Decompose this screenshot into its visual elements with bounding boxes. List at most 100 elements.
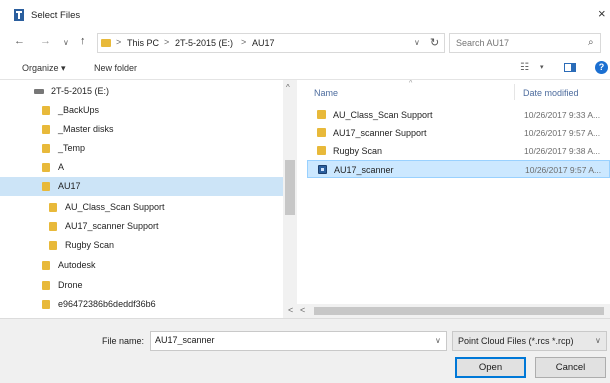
refresh-icon[interactable]: ↻ [430,36,439,49]
address-toolbar: ← → ∨ ↑ > This PC > 2T-5-2015 (E:) > AU1… [0,30,610,56]
file-row[interactable]: Rugby Scan 10/26/2017 9:38 A... [307,142,610,160]
scroll-up-icon[interactable]: ^ [286,83,290,92]
title-bar: Select Files × [0,0,610,30]
close-icon[interactable]: × [598,6,606,21]
folder-icon [42,106,50,115]
file-name: Rugby Scan [333,146,383,156]
scroll-left-icon[interactable]: < [300,305,305,315]
dialog-footer: File name: ∨ Point Cloud Files (*.rcs *.… [0,318,610,383]
tree-item-backups[interactable]: _BackUps [0,101,283,120]
organize-button[interactable]: Organize ▾ [22,63,66,74]
open-button[interactable]: Open [455,357,526,378]
tree-item-label: AU17_scanner Support [65,221,159,231]
folder-icon [317,110,326,119]
tree-item-drive[interactable]: 2T-5-2015 (E:) [0,82,283,101]
tree-item-temp[interactable]: _Temp [0,139,283,158]
column-name-header[interactable]: Name [314,88,338,98]
folder-icon [42,300,50,309]
file-name-label: File name: [102,336,145,346]
search-input[interactable] [456,38,576,48]
tree-item-label: AU_Class_Scan Support [65,202,165,212]
folder-icon [49,241,57,250]
forward-arrow-icon[interactable]: → [40,35,51,47]
folder-icon [42,281,50,290]
file-name: AU_Class_Scan Support [333,110,433,120]
file-type-select[interactable]: Point Cloud Files (*.rcs *.rcp) ∨ [452,331,607,351]
file-name-combobox[interactable]: ∨ [150,331,447,351]
tree-item-au17[interactable]: AU17 [0,177,283,196]
file-row[interactable]: AU17_scanner Support 10/26/2017 9:57 A..… [307,124,610,142]
tree-item-label: Rugby Scan [65,240,115,250]
folder-icon [317,146,326,155]
file-row-selected[interactable]: AU17_scanner 10/26/2017 9:57 A... [307,160,610,178]
folder-icon [42,163,50,172]
chevron-down-icon[interactable]: ∨ [595,336,601,345]
tree-item-master-disks[interactable]: _Master disks [0,120,283,139]
folder-icon [49,222,57,231]
tree-item-label: 2T-5-2015 (E:) [51,86,110,96]
column-date-header[interactable]: Date modified [523,88,579,98]
address-dropdown-icon[interactable]: ∨ [414,38,420,47]
column-divider[interactable] [514,84,515,100]
recent-locations-chevron-icon[interactable]: ∨ [63,38,69,47]
tree-item-label: AU17 [58,181,81,191]
view-dropdown-icon[interactable]: ▾ [540,63,544,71]
help-icon[interactable]: ? [595,61,608,74]
tree-item-autodesk[interactable]: Autodesk [0,256,283,275]
chevron-down-icon[interactable]: ∨ [435,336,441,345]
tree-item-au17-scanner-support[interactable]: AU17_scanner Support [0,217,283,236]
file-date: 10/26/2017 9:57 A... [524,128,601,138]
tree-item-a[interactable]: A [0,158,283,177]
address-bar[interactable]: > This PC > 2T-5-2015 (E:) > AU17 ∨ ↻ [97,33,445,53]
tree-item-au-class-scan-support[interactable]: AU_Class_Scan Support [0,198,283,217]
command-bar: Organize ▾ New folder ☷ ▾ ? [0,56,610,80]
tree-item-label: A [58,162,65,172]
file-name: AU17_scanner Support [333,128,427,138]
breadcrumb-separator[interactable]: > [164,37,169,47]
folder-icon [42,261,50,270]
file-list-pane[interactable]: ^ Name Date modified AU_Class_Scan Suppo… [297,80,610,318]
file-type-value: Point Cloud Files (*.rcs *.rcp) [458,336,574,346]
tree-item-rugby-scan[interactable]: Rugby Scan [0,236,283,255]
drive-icon [34,89,44,94]
application-icon [318,165,327,174]
tree-item-label: _BackUps [58,105,100,115]
search-icon[interactable]: ⌕ [588,37,594,48]
folder-icon [42,182,50,191]
back-arrow-icon[interactable]: ← [14,35,25,47]
tree-item-label: Autodesk [58,260,96,270]
file-row[interactable]: AU_Class_Scan Support 10/26/2017 9:33 A.… [307,106,610,124]
folder-icon [49,203,57,212]
tree-item-label: _Temp [58,143,86,153]
tree-item-drone[interactable]: Drone [0,276,283,295]
file-name-input[interactable] [155,335,425,345]
breadcrumb-separator[interactable]: > [116,37,121,47]
app-icon [14,9,24,21]
preview-pane-icon[interactable] [564,63,576,72]
window-title: Select Files [31,10,81,21]
file-date: 10/26/2017 9:33 A... [524,110,601,120]
breadcrumb-au17[interactable]: AU17 [252,38,275,48]
up-arrow-icon[interactable]: ↑ [80,35,86,47]
file-date: 10/26/2017 9:57 A... [525,165,602,175]
nav-scrollbar[interactable]: ^ [283,80,297,318]
cancel-button[interactable]: Cancel [535,357,606,378]
new-folder-button[interactable]: New folder [94,63,137,73]
tree-item-label: _Master disks [58,124,114,134]
file-date: 10/26/2017 9:38 A... [524,146,601,156]
file-name: AU17_scanner [334,165,394,175]
folder-icon [42,144,50,153]
view-options-icon[interactable]: ☷ [520,62,529,73]
search-box[interactable]: ⌕ [449,33,601,53]
sort-indicator-icon: ^ [409,80,413,87]
scroll-thumb[interactable] [314,307,604,315]
horizontal-scrollbar[interactable]: < < [284,304,610,318]
breadcrumb-separator[interactable]: > [241,37,246,47]
tree-item-label: e96472386b6deddf36b6 [58,299,156,309]
breadcrumb-this-pc[interactable]: This PC [127,38,159,48]
scroll-thumb[interactable] [285,160,295,215]
tree-item-e96472386b6deddf36b6[interactable]: e96472386b6deddf36b6 [0,295,283,314]
breadcrumb-drive[interactable]: 2T-5-2015 (E:) [175,38,233,48]
scroll-left-icon[interactable]: < [288,305,293,315]
navigation-pane[interactable]: 2T-5-2015 (E:) _BackUps _Master disks _T… [0,80,297,318]
